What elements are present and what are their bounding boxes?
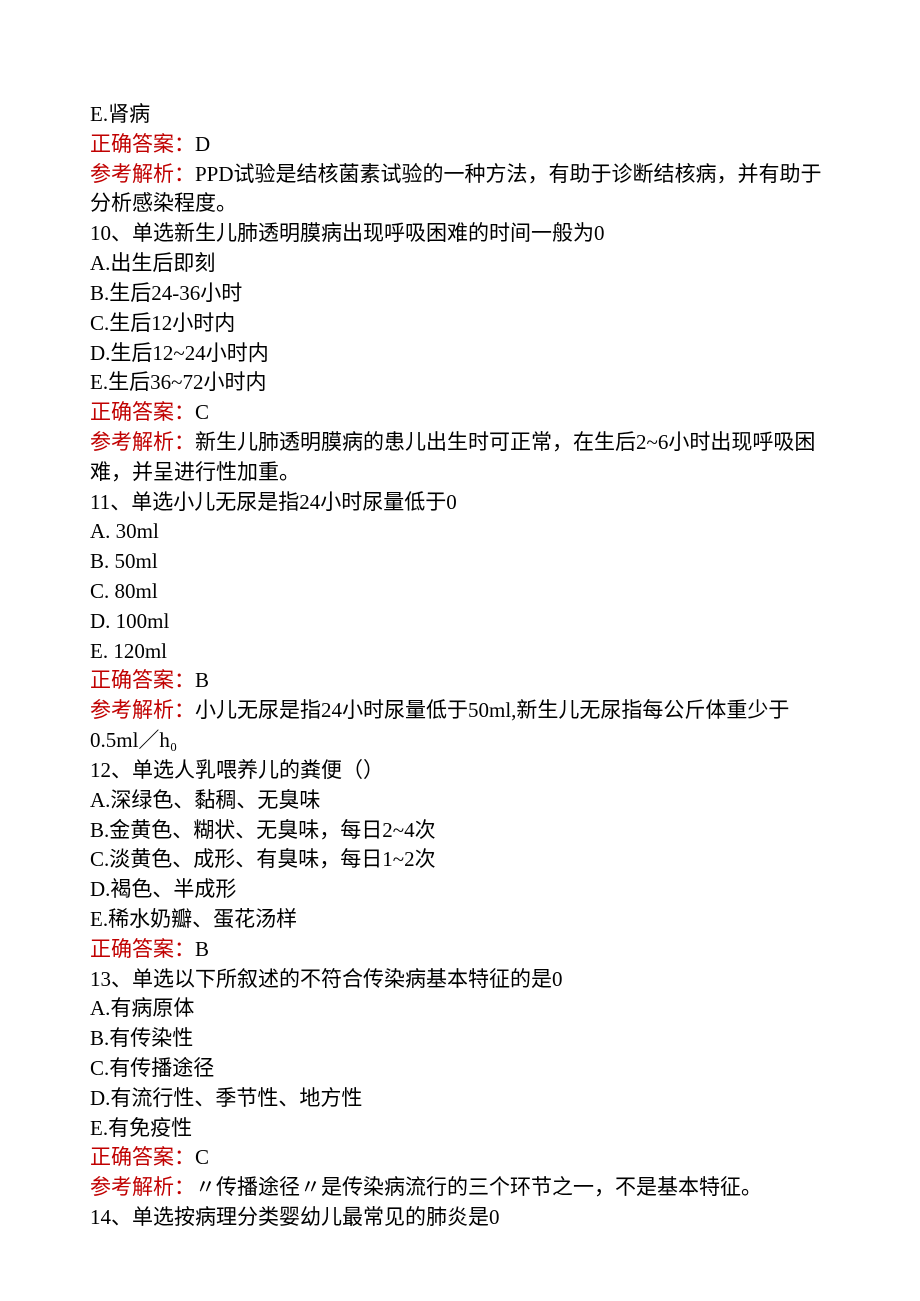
answer-label: 正确答案： [90,937,195,961]
answer-value: D [195,132,210,156]
q12-option-e: E.稀水奶瓣、蛋花汤样 [90,905,830,935]
answer-label: 正确答案： [90,132,195,156]
q10-option-d: D.生后12~24小时内 [90,339,830,369]
q10-answer-line: 正确答案：C [90,398,830,428]
explain-label: 参考解析： [90,698,195,722]
q11-option-a: A. 30ml [90,517,830,547]
q12-answer-line: 正确答案：B [90,935,830,965]
q11-answer-line: 正确答案：B [90,666,830,696]
explain-text: 新生儿肺透明膜病的患儿出生时可正常，在生后2~6小时出现呼吸困难，并呈进行性加重… [90,430,815,484]
explain-text: PPD试验是结核菌素试验的一种方法，有助于诊断结核病，并有助于分析感染程度。 [90,162,822,216]
q13-answer-line: 正确答案：C [90,1143,830,1173]
answer-label: 正确答案： [90,400,195,424]
q13-option-c: C.有传播途径 [90,1054,830,1084]
q10-stem: 10、单选新生儿肺透明膜病出现呼吸困难的时间一般为0 [90,219,830,249]
q10-option-c: C.生后12小时内 [90,309,830,339]
document-page: E.肾病 正确答案：D 参考解析：PPD试验是结核菌素试验的一种方法，有助于诊断… [0,0,920,1301]
explain-label: 参考解析： [90,1175,195,1199]
q11-option-b: B. 50ml [90,547,830,577]
q9-answer-line: 正确答案：D [90,130,830,160]
q13-option-e: E.有免疫性 [90,1114,830,1144]
answer-value: C [195,400,209,424]
answer-label: 正确答案： [90,1145,195,1169]
explain-label: 参考解析： [90,430,195,454]
q13-option-b: B.有传染性 [90,1024,830,1054]
q12-option-d: D.褐色、半成形 [90,875,830,905]
q12-option-c: C.淡黄色、成形、有臭味，每日1~2次 [90,845,830,875]
q14-stem: 14、单选按病理分类婴幼儿最常见的肺炎是0 [90,1203,830,1233]
explain-text: 小儿无尿是指24小时尿量低于50ml,新生儿无尿指每公斤体重少于0.5ml／h₀ [90,698,789,752]
q13-stem: 13、单选以下所叙述的不符合传染病基本特征的是0 [90,965,830,995]
answer-label: 正确答案： [90,668,195,692]
q10-option-e: E.生后36~72小时内 [90,368,830,398]
q9-option-e: E.肾病 [90,100,830,130]
q12-option-a: A.深绿色、黏稠、无臭味 [90,786,830,816]
q13-option-d: D.有流行性、季节性、地方性 [90,1084,830,1114]
answer-value: B [195,668,209,692]
q11-option-d: D. 100ml [90,607,830,637]
q12-stem: 12、单选人乳喂养儿的粪便（） [90,756,830,786]
answer-value: B [195,937,209,961]
answer-value: C [195,1145,209,1169]
q11-stem: 11、单选小儿无尿是指24小时尿量低于0 [90,488,830,518]
q11-explain: 参考解析：小儿无尿是指24小时尿量低于50ml,新生儿无尿指每公斤体重少于0.5… [90,696,830,756]
q12-option-b: B.金黄色、糊状、无臭味，每日2~4次 [90,816,830,846]
q13-explain: 参考解析：〃传播途径〃是传染病流行的三个环节之一，不是基本特征。 [90,1173,830,1203]
q10-option-a: A.出生后即刻 [90,249,830,279]
q13-option-a: A.有病原体 [90,994,830,1024]
q10-option-b: B.生后24-36小时 [90,279,830,309]
explain-label: 参考解析： [90,162,195,186]
q9-explain: 参考解析：PPD试验是结核菌素试验的一种方法，有助于诊断结核病，并有助于分析感染… [90,160,830,220]
explain-text: 〃传播途径〃是传染病流行的三个环节之一，不是基本特征。 [195,1175,762,1199]
q10-explain: 参考解析：新生儿肺透明膜病的患儿出生时可正常，在生后2~6小时出现呼吸困难，并呈… [90,428,830,488]
q11-option-e: E. 120ml [90,637,830,667]
q11-option-c: C. 80ml [90,577,830,607]
